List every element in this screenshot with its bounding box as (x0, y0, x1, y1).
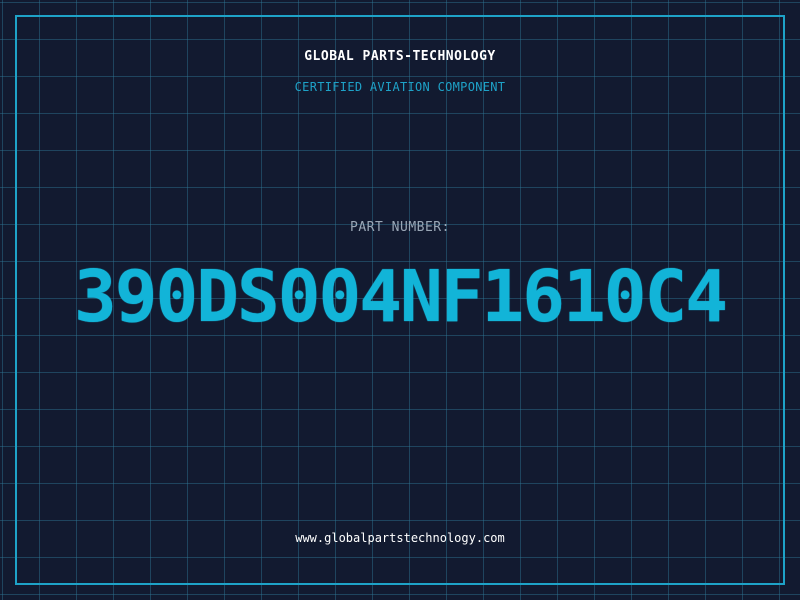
part-number-value: 390DS004NF1610C4 (74, 255, 728, 338)
website-url: www.globalpartstechnology.com (295, 531, 505, 545)
part-number-label: PART NUMBER: (350, 220, 450, 235)
company-name: GLOBAL PARTS-TECHNOLOGY (304, 49, 496, 64)
certification-subtitle: CERTIFIED AVIATION COMPONENT (294, 80, 506, 94)
part-card: GLOBAL PARTS-TECHNOLOGY CERTIFIED AVIATI… (0, 0, 800, 600)
